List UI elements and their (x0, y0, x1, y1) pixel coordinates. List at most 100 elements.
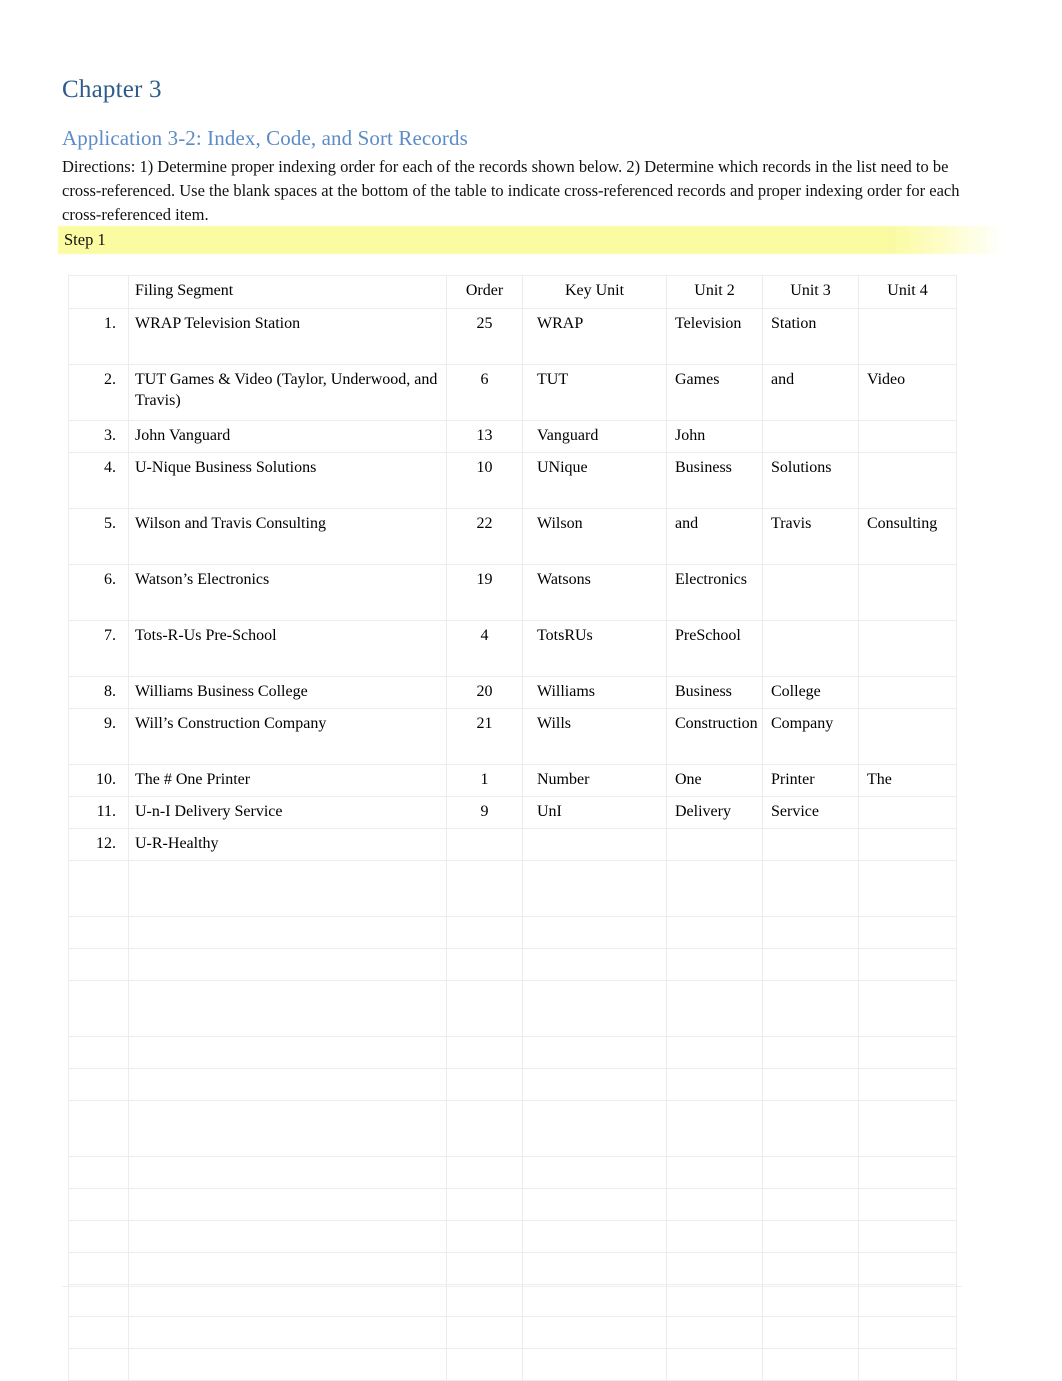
table-row (68, 1283, 957, 1317)
cell-filing-segment (128, 1283, 447, 1317)
cell-key-unit (522, 915, 667, 949)
cell-unit-2: Delivery (666, 795, 763, 829)
cell-key-unit (522, 859, 667, 917)
table-row (68, 1187, 957, 1221)
cell-key-unit (522, 947, 667, 981)
cell-key-unit (522, 979, 667, 1037)
cell-key-unit (522, 1099, 667, 1157)
cell-unit-4 (858, 859, 957, 917)
table-row: 9. Will’s Construction Company 21 Wills Cons… (68, 707, 957, 765)
cell-unit-2 (666, 979, 763, 1037)
cell-unit-2 (666, 1099, 763, 1157)
cell-unit-4 (858, 451, 957, 509)
table-row: 11. U-n-I Delivery Service 9 UnI Delivery Ser… (68, 795, 957, 829)
cell-filing-segment (128, 1219, 447, 1253)
table-row: 6. Watson’s Electronics 19 Watsons Electroni… (68, 563, 957, 621)
cell-key-unit: Vanguard (522, 419, 667, 453)
cell-filing-segment (128, 1315, 447, 1349)
cell-order (446, 979, 523, 1037)
cell-order (446, 1099, 523, 1157)
cell-order (446, 915, 523, 949)
step-1-highlight-bar: Step 1 (58, 226, 1003, 254)
cell-unit-3: Company (762, 707, 859, 765)
cell-key-unit (522, 1219, 667, 1253)
table-row: 12. U-R-Healthy (68, 827, 957, 861)
table-row (68, 1315, 957, 1349)
cell-unit-3 (762, 1283, 859, 1317)
cell-filing-segment: U-R-Healthy (128, 827, 447, 861)
cell-number (68, 1251, 129, 1285)
cell-filing-segment: Williams Business College (128, 675, 447, 709)
cell-key-unit (522, 1347, 667, 1381)
cell-key-unit: TotsRUs (522, 619, 667, 677)
cell-unit-2: Business (666, 675, 763, 709)
header-number (68, 275, 129, 309)
cell-number: 3. (68, 419, 129, 453)
cell-order: 10 (446, 451, 523, 509)
cell-unit-3 (762, 827, 859, 861)
cell-unit-4 (858, 1251, 957, 1285)
cell-number (68, 1155, 129, 1189)
header-key-unit: Key Unit (522, 275, 667, 309)
footer-divider (62, 1286, 962, 1287)
table-row: 4. U-Nique Business Solutions 10 UNique Busi… (68, 451, 957, 509)
cell-number: 5. (68, 507, 129, 565)
cell-number (68, 915, 129, 949)
cell-key-unit: Wilson (522, 507, 667, 565)
cell-order (446, 1035, 523, 1069)
cell-key-unit: UNique (522, 451, 667, 509)
cell-unit-3 (762, 1251, 859, 1285)
cell-unit-2 (666, 1283, 763, 1317)
cell-unit-3 (762, 1067, 859, 1101)
cell-number: 2. (68, 363, 129, 421)
cell-unit-3 (762, 1099, 859, 1157)
cell-order (446, 1251, 523, 1285)
cell-unit-2 (666, 1251, 763, 1285)
cell-unit-4 (858, 1219, 957, 1253)
cell-unit-2 (666, 947, 763, 981)
cell-unit-2: Television (666, 307, 763, 365)
cell-unit-3: Printer (762, 763, 859, 797)
cell-key-unit: Williams (522, 675, 667, 709)
cell-number (68, 1347, 129, 1381)
cell-unit-2 (666, 1315, 763, 1349)
table-row: 5. Wilson and Travis Consulting 22 Wilson an… (68, 507, 957, 565)
cell-key-unit: TUT (522, 363, 667, 421)
cell-unit-3 (762, 947, 859, 981)
cell-order (446, 827, 523, 861)
cell-number: 12. (68, 827, 129, 861)
cell-unit-3 (762, 979, 859, 1037)
cell-unit-3 (762, 1219, 859, 1253)
cell-number (68, 1315, 129, 1349)
cell-unit-2: PreSchool (666, 619, 763, 677)
cell-key-unit (522, 1067, 667, 1101)
cell-filing-segment: TUT Games & Video (Taylor, Underwood, an… (128, 363, 447, 421)
cell-unit-2: Games (666, 363, 763, 421)
cell-unit-3 (762, 1035, 859, 1069)
cell-unit-4 (858, 1099, 957, 1157)
application-heading: Application 3-2: Index, Code, and Sort R… (62, 126, 468, 151)
table-row: 1. WRAP Television Station 25 WRAP Televisio… (68, 307, 957, 365)
cell-unit-2: Electronics (666, 563, 763, 621)
cell-unit-2: Business (666, 451, 763, 509)
cell-unit-3: Travis (762, 507, 859, 565)
cell-order (446, 1347, 523, 1381)
cell-key-unit (522, 827, 667, 861)
cell-number (68, 1035, 129, 1069)
cell-key-unit: Wills (522, 707, 667, 765)
cell-filing-segment: John Vanguard (128, 419, 447, 453)
cell-order: 20 (446, 675, 523, 709)
cell-number: 8. (68, 675, 129, 709)
table-row: 8. Williams Business College 20 Williams Bus… (68, 675, 957, 709)
cell-filing-segment (128, 1187, 447, 1221)
cell-number (68, 1219, 129, 1253)
cell-unit-2: and (666, 507, 763, 565)
cell-order (446, 1155, 523, 1189)
cell-order: 4 (446, 619, 523, 677)
step-label: Step 1 (64, 230, 106, 249)
cell-unit-4 (858, 1155, 957, 1189)
cell-key-unit: Watsons (522, 563, 667, 621)
cell-unit-4 (858, 1187, 957, 1221)
cell-unit-2: John (666, 419, 763, 453)
cell-key-unit: WRAP (522, 307, 667, 365)
